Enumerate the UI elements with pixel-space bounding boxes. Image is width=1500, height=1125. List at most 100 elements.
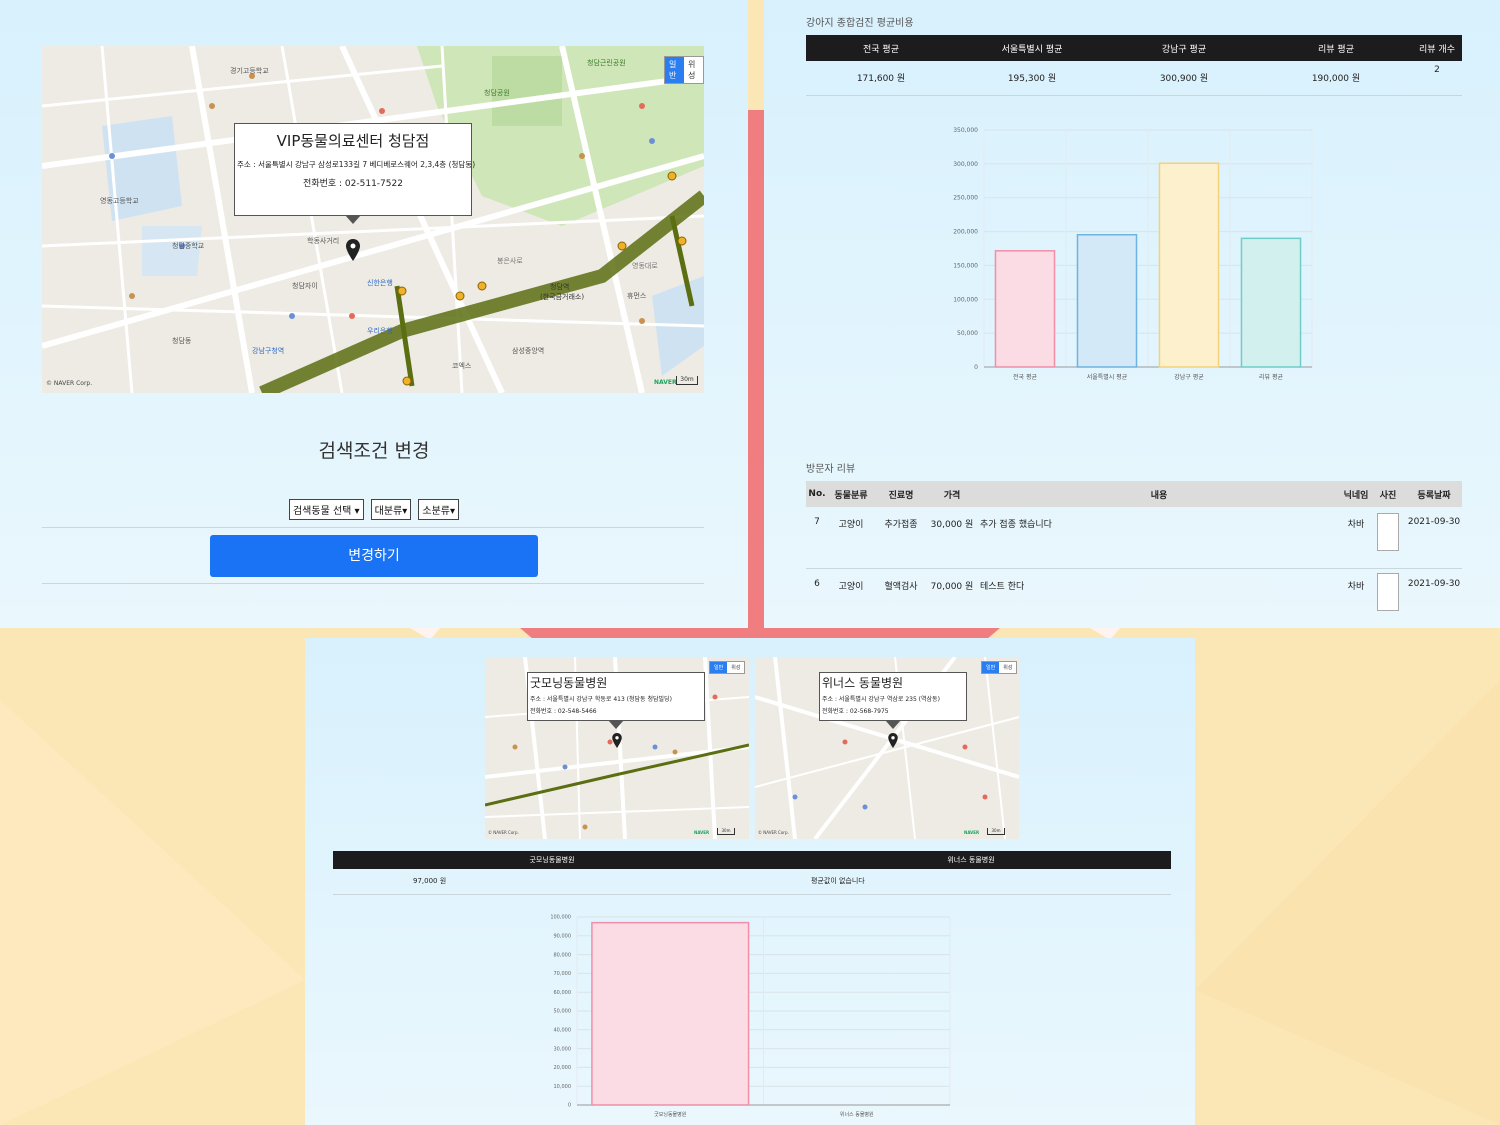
animal-select-value: 검색동물 선택 — [292, 506, 352, 517]
minor-category-select[interactable]: 소분류▾ — [418, 499, 460, 520]
y-tick-label: 70,000 — [554, 971, 572, 977]
table-cell: 171,600 원 — [806, 61, 956, 96]
review-price: 30,000 원 — [928, 507, 976, 569]
y-tick-label: 30,000 — [554, 1046, 572, 1052]
map-label: 봉은사로 — [497, 257, 523, 265]
review-nickname: 차바 — [1342, 507, 1370, 569]
hospital-name: 굿모닝동물병원 — [530, 676, 608, 690]
table-header: 리뷰 개수 — [1412, 35, 1462, 61]
map-copyright: © NAVER Corp. — [488, 830, 519, 835]
table-row: 97,000 원 평균값이 없습니다 — [333, 869, 1171, 895]
bar — [591, 921, 750, 1106]
review-row[interactable]: 7 고양이 추가접종 30,000 원 추가 접종 했습니다 차바 2021-0… — [806, 507, 1462, 569]
map-type-satellite[interactable]: 위성 — [727, 662, 744, 673]
review-header: 동물분류 — [828, 481, 874, 507]
map-view-2[interactable]: 위너스 동물병원 주소 : 서울특별시 강남구 역삼로 235 (역삼동) 전화… — [755, 657, 1019, 839]
y-tick-label: 60,000 — [554, 990, 572, 996]
hospital-compare-panel: 굿모닝동물병원 주소 : 서울특별시 강남구 학동로 413 (청담동 청담빌딩… — [305, 638, 1195, 1125]
animal-select[interactable]: 검색동물 선택 ▾ — [288, 499, 364, 520]
table-header: 굿모닝동물병원 — [333, 851, 771, 869]
map-marker-icon[interactable] — [612, 733, 622, 748]
y-tick-label: 250,000 — [953, 195, 978, 202]
map-marker-icon[interactable] — [888, 733, 898, 748]
map-view-1[interactable]: 굿모닝동물병원 주소 : 서울특별시 강남구 학동로 413 (청담동 청담빌딩… — [485, 657, 749, 839]
naver-logo: NAVER — [694, 830, 710, 835]
review-date: 2021-09-30 — [1406, 507, 1462, 569]
map-type-satellite[interactable]: 위성 — [999, 662, 1016, 673]
map-label: 경기고등학교 — [230, 67, 269, 75]
review-price: 70,000 원 — [928, 568, 976, 628]
compare-cost-chart: 0 10,000 20,000 30,000 40,000 50,000 60,000 70,… — [550, 915, 951, 1118]
hospital-address: 주소 : 서울특별시 강남구 역삼로 235 (역삼동) — [822, 696, 940, 703]
average-cost-chart: 0 50,000 100,000 150,000 200,000 250,000 300,0… — [953, 127, 1313, 381]
map-label: 학동사거리 — [307, 237, 340, 245]
map-label: 삼성중앙역 — [512, 347, 545, 355]
map-info-window: 위너스 동물병원 주소 : 서울특별시 강남구 역삼로 235 (역삼동) 전화… — [819, 672, 967, 729]
review-photo — [1370, 507, 1406, 569]
bar — [994, 250, 1056, 368]
review-content: 추가 접종 했습니다 — [976, 507, 1342, 569]
section-title: 강아지 종합검진 평균비용 — [806, 18, 914, 29]
review-no: 6 — [806, 568, 828, 628]
map-marker-icon[interactable] — [346, 239, 360, 261]
divider — [42, 583, 704, 584]
map-type-toggle[interactable]: 일반 위성 — [709, 661, 746, 674]
table-header: 강남구 평균 — [1108, 35, 1260, 61]
review-photo-thumbnail[interactable] — [1377, 572, 1399, 611]
map-label: 청담자이 — [292, 282, 318, 290]
y-tick-label: 10,000 — [554, 1084, 572, 1090]
y-tick-label: 100,000 — [953, 296, 978, 303]
table-row: 171,600 원 195,300 원 300,900 원 190,000 원 … — [806, 61, 1462, 96]
map-type-normal[interactable]: 일반 — [982, 662, 1000, 673]
review-no: 7 — [806, 507, 828, 569]
divider — [42, 527, 704, 528]
map-type-toggle[interactable]: 일반 위성 — [664, 56, 704, 84]
review-table: No. 동물분류 진료명 가격 내용 닉네임 사진 등록날짜 7 고양이 추가접… — [806, 481, 1462, 628]
table-header: 리뷰 평균 — [1260, 35, 1412, 61]
major-category-value: 대분류 — [374, 506, 403, 517]
map-info-window: 굿모닝동물병원 주소 : 서울특별시 강남구 학동로 413 (청담동 청담빌딩… — [527, 672, 705, 729]
review-photo-thumbnail[interactable] — [1377, 513, 1399, 551]
hospital-phone: 전화번호 : 02-548-5466 — [530, 708, 597, 715]
map-type-satellite[interactable]: 위성 — [684, 57, 703, 83]
map-view[interactable]: 청담공원 청담역 (한국금거래소) 학동사거리 영동고등학교 청담중학교 신한은… — [42, 46, 704, 393]
map-copyright: © NAVER Corp. — [46, 380, 93, 387]
map-label: 청담근린공원 — [587, 59, 626, 67]
y-tick-label: 100,000 — [550, 915, 571, 921]
map-label: 우리은행 — [367, 327, 393, 335]
major-category-select[interactable]: 대분류▾ — [370, 499, 412, 520]
map-type-toggle[interactable]: 일반 위성 — [981, 661, 1018, 674]
review-header: 내용 — [976, 481, 1342, 507]
hospital-address: 주소 : 서울특별시 강남구 학동로 413 (청담동 청담빌딩) — [530, 696, 672, 703]
y-tick-label: 300,000 — [953, 161, 978, 168]
map-type-normal[interactable]: 일반 — [710, 662, 728, 673]
average-cost-table: 전국 평균 서울특별시 평균 강남구 평균 리뷰 평균 리뷰 개수 171,60… — [806, 35, 1462, 96]
review-title: 방문자 리뷰 — [806, 464, 856, 475]
review-animal: 고양이 — [828, 507, 874, 569]
table-header: 위너스 동물병원 — [771, 851, 1171, 869]
review-header: No. — [806, 481, 828, 507]
table-cell: 190,000 원 — [1260, 61, 1412, 96]
naver-logo: NAVER — [964, 830, 980, 835]
change-button[interactable]: 변경하기 — [210, 535, 538, 577]
map-type-normal[interactable]: 일반 — [665, 57, 684, 83]
x-tick-label: 리뷰 평균 — [1259, 373, 1283, 381]
review-row[interactable]: 6 고양이 혈액검사 70,000 원 테스트 한다 차바 2021-09-30 — [806, 568, 1462, 628]
bar — [1076, 234, 1138, 368]
table-header: 서울특별시 평균 — [956, 35, 1108, 61]
naver-logo: NAVER — [654, 379, 677, 386]
review-nickname: 차바 — [1342, 568, 1370, 628]
map-label: 코엑스 — [452, 362, 472, 370]
map-label: 휴먼스 — [627, 292, 647, 300]
review-header: 등록날짜 — [1406, 481, 1462, 507]
hospital-name: 위너스 동물병원 — [822, 676, 904, 690]
review-header: 가격 — [928, 481, 976, 507]
y-tick-label: 80,000 — [554, 952, 572, 958]
y-tick-label: 350,000 — [953, 127, 978, 134]
map-label: 청담중학교 — [172, 242, 205, 250]
map-label: 청담역 — [550, 283, 570, 291]
table-cell: 195,300 원 — [956, 61, 1108, 96]
y-tick-label: 200,000 — [953, 229, 978, 236]
compare-table: 굿모닝동물병원 위너스 동물병원 97,000 원 평균값이 없습니다 — [333, 851, 1171, 895]
bar — [1158, 162, 1220, 368]
